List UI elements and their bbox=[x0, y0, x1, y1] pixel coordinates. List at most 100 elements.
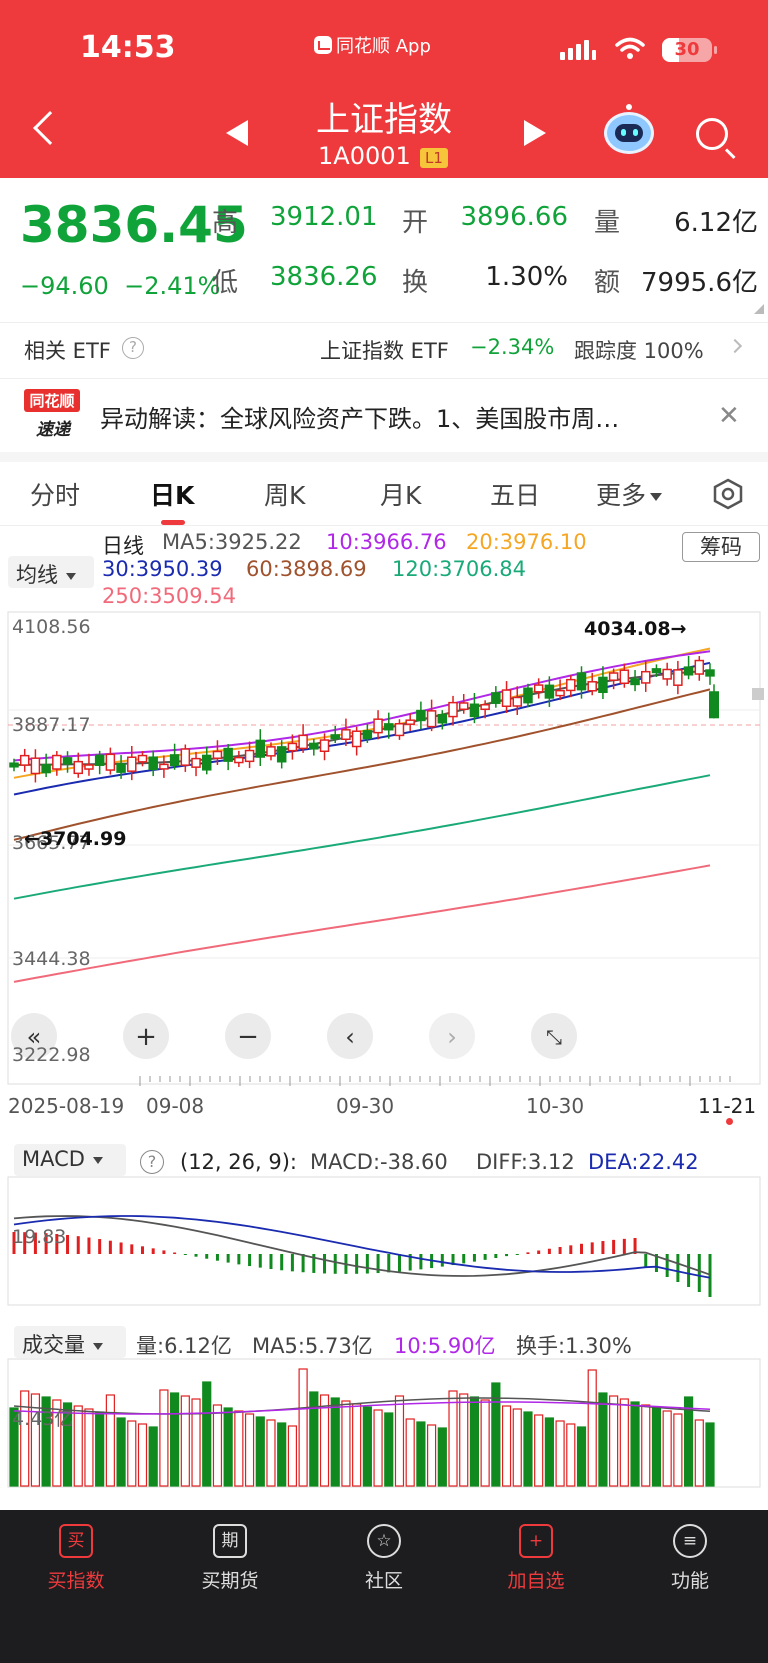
low-label: 低 bbox=[212, 268, 239, 298]
candle-body bbox=[351, 730, 362, 748]
ma10-legend: 10:3966.76 bbox=[326, 530, 447, 554]
candle-body bbox=[598, 676, 608, 694]
minus-icon: − bbox=[237, 1022, 259, 1052]
chips-button[interactable]: 筹码 bbox=[682, 532, 760, 562]
news-banner[interactable]: 同花顺 速递 异动解读：全球风险资产下跌。1、美国股市周… ✕ bbox=[0, 378, 768, 450]
futures-icon: 期 bbox=[213, 1524, 247, 1558]
diff-line bbox=[13, 1215, 711, 1277]
macd-value: MACD:-38.60 bbox=[310, 1150, 448, 1174]
candle-body bbox=[127, 756, 137, 772]
macd-chart[interactable] bbox=[0, 1176, 768, 1306]
fullscreen-icon: ⤡ bbox=[546, 1025, 562, 1049]
candle-body bbox=[662, 668, 672, 680]
volume-bar bbox=[298, 1368, 308, 1487]
nav-add-watchlist[interactable]: + 加自选 bbox=[476, 1524, 596, 1593]
volume-bar bbox=[405, 1418, 415, 1487]
tab-daily-k[interactable]: 日K bbox=[150, 476, 194, 512]
nav-functions-label: 功能 bbox=[670, 1570, 709, 1592]
macd-bar bbox=[494, 1254, 498, 1258]
volume-bar bbox=[159, 1389, 169, 1487]
candle-body bbox=[533, 684, 544, 693]
nav-buy-futures[interactable]: 期 买期货 bbox=[170, 1524, 290, 1593]
volume-bar bbox=[341, 1400, 351, 1487]
settings-hexagon-icon[interactable] bbox=[712, 478, 744, 510]
back-icon[interactable] bbox=[33, 111, 67, 145]
nav-buy-index[interactable]: 买 买指数 bbox=[16, 1524, 136, 1593]
candle-body bbox=[191, 757, 201, 768]
macd-bar bbox=[676, 1254, 680, 1282]
nav-community[interactable]: ☆ 社区 bbox=[324, 1524, 444, 1593]
prev-stock-icon[interactable] bbox=[226, 120, 248, 146]
tab-monthly-k[interactable]: 月K bbox=[380, 476, 421, 512]
tab-weekly-k[interactable]: 周K bbox=[264, 476, 305, 512]
volume-bar bbox=[234, 1410, 244, 1487]
macd-bar bbox=[66, 1234, 70, 1254]
related-etf-row[interactable]: 相关 ETF ? 上证指数 ETF −2.34% 跟踪度 100% bbox=[0, 322, 768, 374]
candle-body bbox=[458, 702, 469, 711]
volume-bar bbox=[630, 1401, 640, 1487]
candle-body bbox=[341, 729, 351, 741]
volume-bar bbox=[544, 1417, 554, 1487]
close-icon[interactable]: ✕ bbox=[718, 401, 740, 431]
candle-body bbox=[73, 760, 83, 775]
amount-label: 额 bbox=[594, 268, 621, 298]
tab-five-day[interactable]: 五日 bbox=[490, 476, 540, 512]
tab-more[interactable]: 更多 bbox=[596, 476, 663, 512]
volume-bar bbox=[244, 1413, 255, 1487]
next-stock-icon[interactable] bbox=[524, 120, 546, 146]
macd-lines bbox=[13, 1215, 711, 1279]
macd-bar bbox=[183, 1254, 187, 1255]
help-icon[interactable]: ? bbox=[122, 337, 144, 359]
wifi-icon bbox=[615, 37, 645, 59]
macd-bar bbox=[98, 1239, 102, 1254]
candle-body bbox=[512, 696, 523, 707]
tab-intraday[interactable]: 分时 bbox=[30, 476, 80, 512]
volume-chart[interactable] bbox=[0, 1358, 768, 1488]
search-icon[interactable] bbox=[696, 118, 728, 150]
robot-assistant-icon[interactable] bbox=[604, 104, 654, 154]
volume-bar bbox=[534, 1414, 544, 1487]
volume-bar bbox=[384, 1412, 394, 1487]
date-label-end: 11-21 bbox=[698, 1094, 757, 1118]
volume-selector[interactable]: 成交量 bbox=[14, 1326, 126, 1358]
kline-chart[interactable]: « + − ‹ › ⤡ bbox=[0, 610, 768, 1090]
macd-bar bbox=[440, 1254, 444, 1267]
macd-bar bbox=[697, 1254, 701, 1292]
nav-buy-index-label: 买指数 bbox=[47, 1570, 105, 1592]
date-label-2: 09-08 bbox=[146, 1094, 205, 1118]
current-date-dot bbox=[726, 1118, 733, 1125]
macd-bar bbox=[119, 1242, 123, 1254]
change-value: −94.60 bbox=[20, 272, 109, 300]
open-value: 3896.66 bbox=[460, 202, 568, 232]
candle-body bbox=[148, 756, 158, 771]
volume-bar bbox=[148, 1426, 158, 1487]
macd-bar bbox=[365, 1254, 369, 1274]
volume-bar bbox=[437, 1427, 447, 1487]
axis-label-bottom: 3222.98 bbox=[12, 1044, 91, 1066]
price-scroll-handle[interactable] bbox=[752, 688, 764, 700]
candle-body bbox=[180, 748, 191, 766]
volume-bar bbox=[373, 1409, 383, 1487]
candle-body bbox=[19, 754, 30, 766]
volume-bar bbox=[212, 1404, 223, 1487]
candle-body bbox=[105, 753, 116, 771]
nav-functions[interactable]: ≡ 功能 bbox=[630, 1524, 750, 1593]
ma60-legend: 60:3898.69 bbox=[246, 557, 367, 581]
candle-body bbox=[641, 670, 651, 684]
expand-corner-icon[interactable] bbox=[754, 304, 764, 314]
high-value: 3912.01 bbox=[270, 202, 378, 232]
candle-body bbox=[501, 689, 512, 708]
app-tag[interactable]: 同花顺 App bbox=[314, 32, 431, 58]
ma-selector[interactable]: 均线 bbox=[8, 556, 94, 588]
macd-help-icon[interactable]: ? bbox=[140, 1150, 164, 1174]
turnover-label: 换 bbox=[402, 268, 429, 298]
candle-body bbox=[587, 681, 597, 692]
date-ticks bbox=[139, 1076, 731, 1086]
candle-body bbox=[694, 659, 705, 675]
tab-more-label: 更多 bbox=[596, 481, 647, 510]
macd-selector-label: MACD bbox=[22, 1147, 85, 1171]
macd-selector[interactable]: MACD bbox=[14, 1144, 126, 1176]
volume-bar bbox=[566, 1423, 576, 1487]
candle-body bbox=[30, 757, 41, 775]
candle-body bbox=[416, 709, 426, 722]
